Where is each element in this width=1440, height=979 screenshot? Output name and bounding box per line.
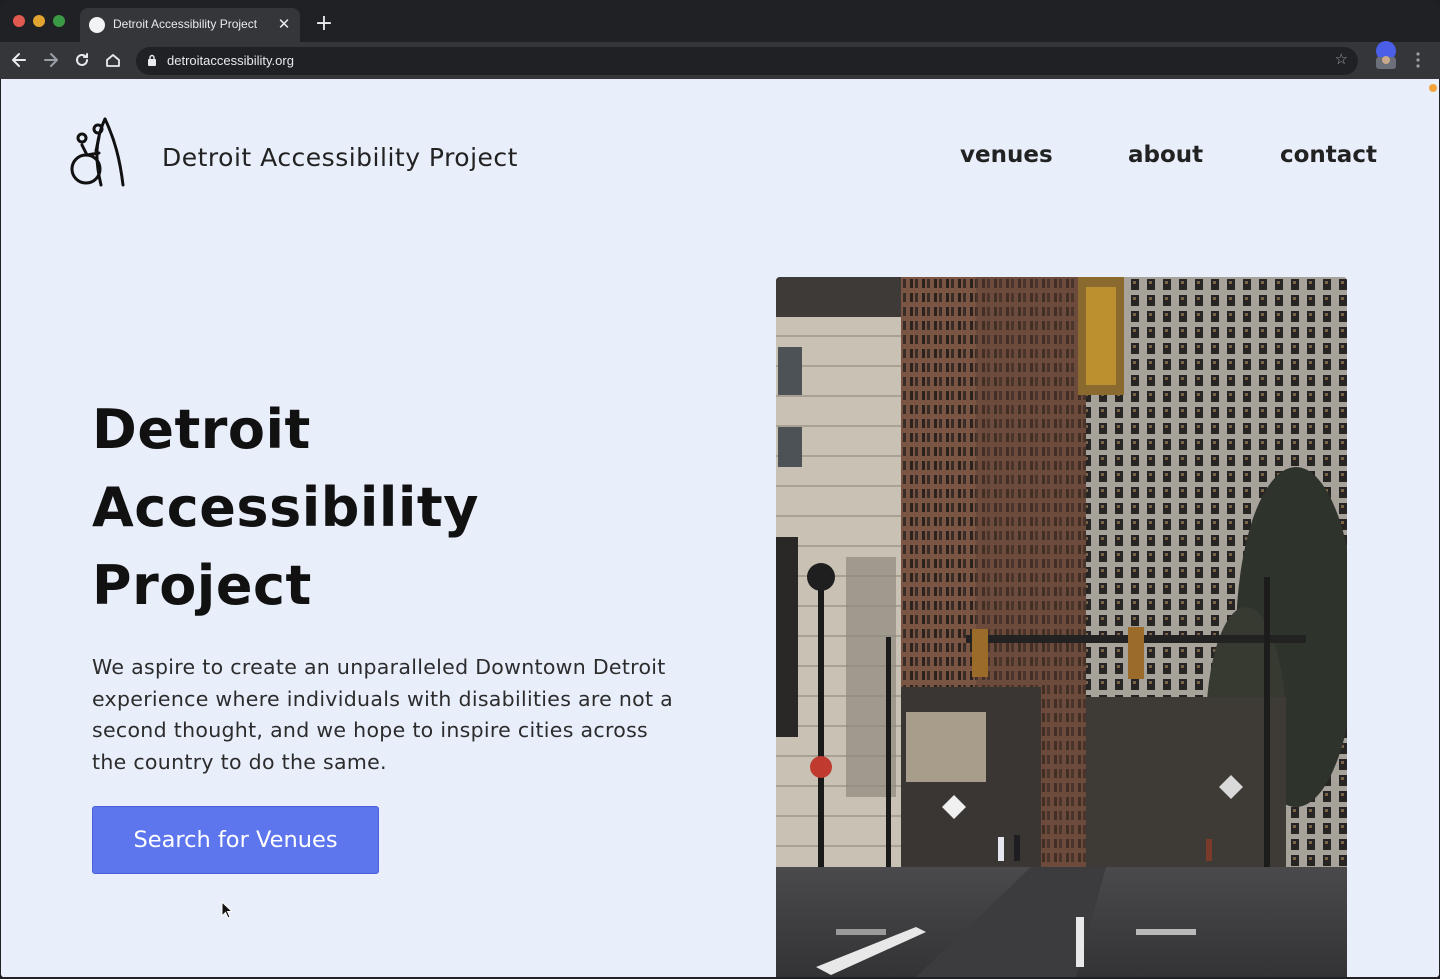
browser-toolbar: detroitaccessibility.org ☆	[0, 42, 1440, 79]
nav-link-about[interactable]: about	[1128, 142, 1203, 168]
window-minimize-button[interactable]	[33, 15, 45, 27]
hero-title-line: Project	[92, 554, 312, 617]
lock-icon	[148, 54, 156, 66]
hero-title-line: Accessibility	[92, 476, 479, 539]
logo-icon[interactable]	[65, 115, 129, 189]
window-close-button[interactable]	[13, 15, 25, 27]
address-bar[interactable]: detroitaccessibility.org ☆	[136, 47, 1358, 75]
arrow-right-icon[interactable]	[40, 49, 62, 71]
mouse-cursor-icon	[221, 901, 234, 919]
window-zoom-button[interactable]	[53, 15, 65, 27]
nav-link-venues[interactable]: venues	[960, 142, 1053, 168]
web-page: Detroit Accessibility Project venues abo…	[1, 79, 1439, 977]
brand-name[interactable]: Detroit Accessibility Project	[162, 143, 518, 172]
browser-window: Detroit Accessibility Project ✕ + detroi…	[0, 0, 1440, 979]
hero-title-line: Detroit	[92, 398, 311, 461]
nav-link-contact[interactable]: contact	[1280, 142, 1377, 168]
hero-description: We aspire to create an unparalleled Down…	[92, 655, 674, 774]
favicon-icon	[89, 17, 105, 33]
browser-tab[interactable]: Detroit Accessibility Project ✕	[80, 8, 300, 42]
tab-strip: Detroit Accessibility Project ✕ +	[0, 0, 1440, 42]
arrow-left-icon[interactable]	[8, 49, 30, 71]
star-icon[interactable]: ☆	[1335, 50, 1348, 68]
hero-city-photo	[776, 277, 1347, 977]
plus-icon[interactable]: +	[312, 12, 336, 36]
url-text: detroitaccessibility.org	[167, 53, 294, 68]
hero-title: Detroit Accessibility Project	[92, 391, 692, 625]
notification-dot	[1429, 84, 1437, 92]
kebab-menu-icon[interactable]	[1410, 50, 1426, 70]
profile-avatar[interactable]	[1374, 41, 1398, 69]
home-icon[interactable]	[102, 49, 124, 71]
search-venues-button[interactable]: Search for Venues	[92, 806, 379, 874]
reload-icon[interactable]	[71, 49, 93, 71]
tab-title: Detroit Accessibility Project	[113, 17, 258, 31]
close-icon[interactable]: ✕	[276, 15, 292, 33]
